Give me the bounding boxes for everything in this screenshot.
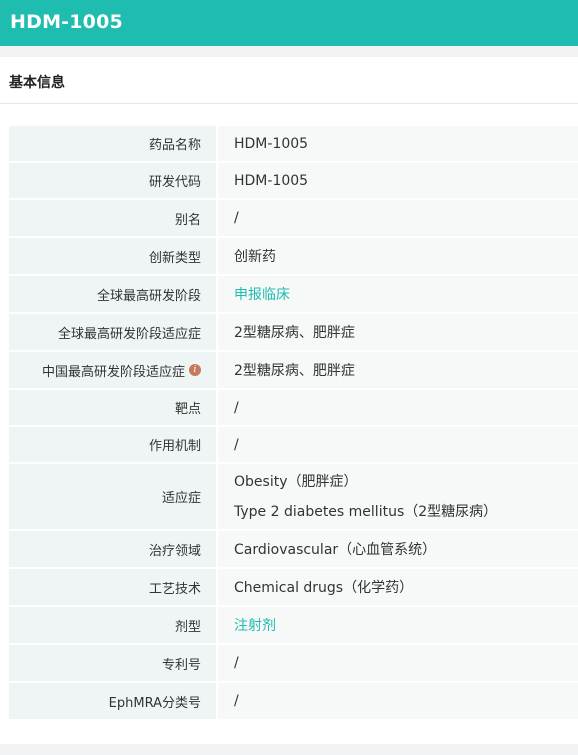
row-drug-name: 药品名称 HDM-1005 xyxy=(9,126,578,161)
indication-item: Type 2 diabetes mellitus（2型糖尿病） xyxy=(234,503,498,520)
row-global-indication: 全球最高研发阶段适应症 2型糖尿病、肥胖症 xyxy=(9,314,578,350)
value-text: 2型糖尿病、肥胖症 xyxy=(234,325,355,341)
row-value: 2型糖尿病、肥胖症 xyxy=(218,314,578,350)
row-label: 作用机制 xyxy=(9,427,216,462)
row-label: 治疗领域 xyxy=(9,531,216,567)
row-label: 全球最高研发阶段 xyxy=(9,276,216,312)
row-value: Obesity（肥胖症） Type 2 diabetes mellitus（2型… xyxy=(218,464,578,529)
row-label: 全球最高研发阶段适应症 xyxy=(9,314,216,350)
value-text: 创新药 xyxy=(234,249,276,265)
row-value: 创新药 xyxy=(218,238,578,274)
row-value: 注射剂 xyxy=(218,607,578,643)
row-label: 药品名称 xyxy=(9,126,216,161)
info-table: 药品名称 HDM-1005 研发代码 HDM-1005 别名 / 创新类型 创新… xyxy=(0,104,578,719)
row-label: EphMRA分类号 xyxy=(9,683,216,719)
value-text: 2型糖尿病、肥胖症 xyxy=(234,363,355,379)
row-global-stage: 全球最高研发阶段 申报临床 xyxy=(9,276,578,312)
section-title: 基本信息 xyxy=(0,57,578,104)
row-value: Chemical drugs（化学药） xyxy=(218,569,578,605)
label-text: 中国最高研发阶段适应症 xyxy=(41,364,185,380)
page-title-bar: HDM-1005 xyxy=(0,0,578,46)
value-text: Cardiovascular（心血管系统） xyxy=(234,542,437,558)
row-label: 剂型 xyxy=(9,607,216,643)
row-value: / xyxy=(218,427,578,462)
row-label: 适应症 xyxy=(9,464,216,529)
row-label: 专利号 xyxy=(9,645,216,681)
info-icon[interactable]: i xyxy=(189,364,201,376)
stage-link[interactable]: 申报临床 xyxy=(234,284,578,304)
row-indication: 适应症 Obesity（肥胖症） Type 2 diabetes mellitu… xyxy=(9,464,578,529)
row-value: / xyxy=(218,683,578,719)
row-value: / xyxy=(218,200,578,236)
info-card: 基本信息 药品名称 HDM-1005 研发代码 HDM-1005 别名 / 创新… xyxy=(0,57,578,744)
row-value: HDM-1005 xyxy=(218,163,578,198)
row-value: 2型糖尿病、肥胖症 xyxy=(218,352,578,388)
row-label: 靶点 xyxy=(9,390,216,425)
row-label: 别名 xyxy=(9,200,216,236)
value-text: HDM-1005 xyxy=(234,135,309,152)
row-value: 申报临床 xyxy=(218,276,578,312)
row-china-indication: 中国最高研发阶段适应症 i 2型糖尿病、肥胖症 xyxy=(9,352,578,388)
row-value: / xyxy=(218,390,578,425)
row-dosage-form: 剂型 注射剂 xyxy=(9,607,578,643)
row-innovation-type: 创新类型 创新药 xyxy=(9,238,578,274)
value-text: / xyxy=(234,436,239,453)
row-therapeutic-area: 治疗领域 Cardiovascular（心血管系统） xyxy=(9,531,578,567)
dosage-form-link[interactable]: 注射剂 xyxy=(234,615,578,635)
row-process: 工艺技术 Chemical drugs（化学药） xyxy=(9,569,578,605)
row-mechanism: 作用机制 / xyxy=(9,427,578,462)
row-value: Cardiovascular（心血管系统） xyxy=(218,531,578,567)
row-dev-code: 研发代码 HDM-1005 xyxy=(9,163,578,198)
value-text: / xyxy=(234,210,239,226)
row-target: 靶点 / xyxy=(9,390,578,425)
value-text: Chemical drugs（化学药） xyxy=(234,580,414,596)
value-text: / xyxy=(234,399,239,416)
spacer xyxy=(0,46,578,57)
row-label: 创新类型 xyxy=(9,238,216,274)
row-label: 中国最高研发阶段适应症 i xyxy=(9,352,216,388)
row-value: HDM-1005 xyxy=(218,126,578,161)
page-title: HDM-1005 xyxy=(10,11,123,33)
row-value: / xyxy=(218,645,578,681)
row-label: 研发代码 xyxy=(9,163,216,198)
indication-item: Obesity（肥胖症） xyxy=(234,473,358,490)
row-patent: 专利号 / xyxy=(9,645,578,681)
value-text: HDM-1005 xyxy=(234,172,309,189)
row-alias: 别名 / xyxy=(9,200,578,236)
row-label: 工艺技术 xyxy=(9,569,216,605)
value-text: / xyxy=(234,693,239,709)
value-text: / xyxy=(234,655,239,671)
row-ephmra: EphMRA分类号 / xyxy=(9,683,578,719)
